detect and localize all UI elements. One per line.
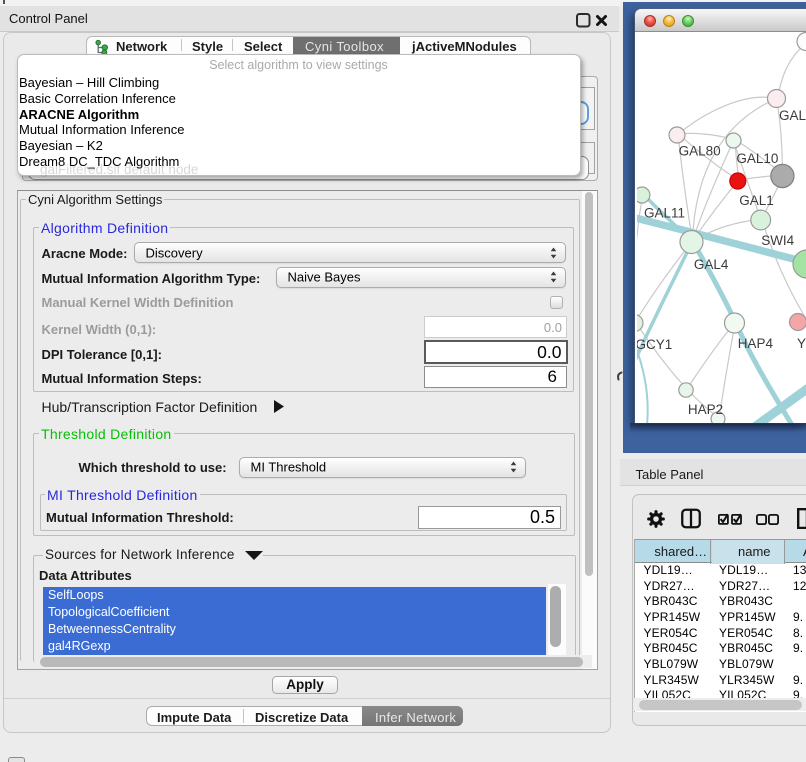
svg-text:HAP2: HAP2	[688, 402, 723, 417]
svg-text:GCY1: GCY1	[637, 337, 672, 352]
svg-text:GAL1: GAL1	[739, 193, 774, 208]
svg-text:GAL10: GAL10	[736, 151, 778, 166]
svg-text:GAL11: GAL11	[644, 206, 685, 221]
svg-text:GAL80: GAL80	[679, 144, 721, 159]
svg-text:SWI4: SWI4	[761, 233, 794, 248]
svg-text:GAL7: GAL7	[779, 108, 806, 123]
svg-text:GAL4: GAL4	[694, 257, 729, 272]
svg-text:HAP4: HAP4	[738, 336, 774, 351]
svg-text:Y: Y	[797, 336, 806, 351]
